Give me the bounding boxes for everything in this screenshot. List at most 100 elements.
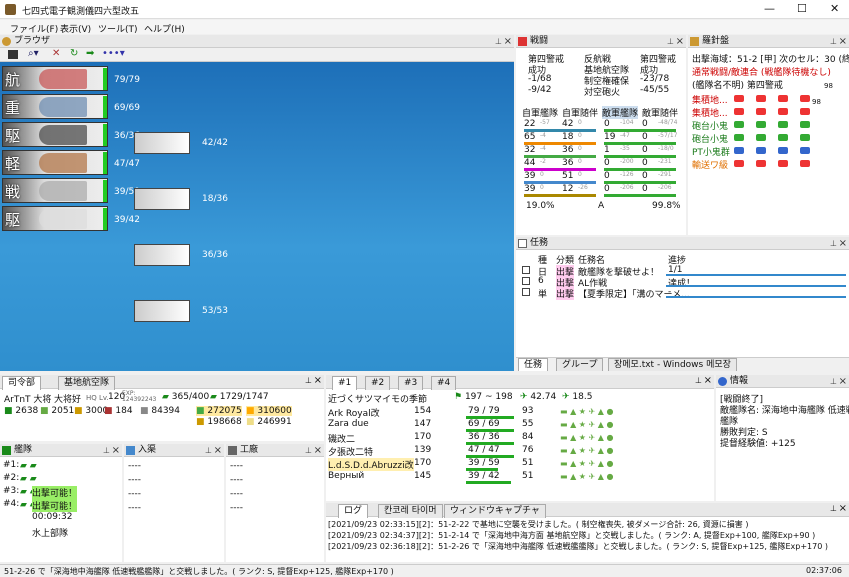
tab-fleet[interactable]: #2 xyxy=(365,376,391,390)
maximize-button[interactable]: ☐ xyxy=(797,2,807,15)
tab-hq[interactable]: 司令部 xyxy=(2,376,42,390)
ship-condition: 84 xyxy=(522,432,534,442)
close-icon[interactable]: × xyxy=(314,375,322,386)
pin-icon[interactable]: ⊥ xyxy=(103,444,110,457)
pin-icon[interactable]: ⊥ xyxy=(667,35,674,48)
fleet-ship-banner[interactable]: 駆 xyxy=(2,206,108,231)
menu-file[interactable]: ファイル(F) xyxy=(10,22,58,35)
equipment-icons: ▬ ▲ ★ ✈ ▲ ● xyxy=(560,446,614,455)
ship-name[interactable]: Верный xyxy=(328,471,364,481)
tab-base-air[interactable]: 基地航空隊 xyxy=(58,376,116,390)
close-icon[interactable]: × xyxy=(839,237,847,250)
resource-icon: ■ xyxy=(246,417,258,427)
close-icon[interactable]: × xyxy=(704,375,712,386)
ship-portrait xyxy=(39,181,87,201)
ship-name[interactable]: 磯改二 xyxy=(328,432,355,445)
log-pane: ログ 칸코레 타이머 ウィンドウキャプチャ ⊥ × [2021/09/23 02:… xyxy=(326,503,849,562)
pin-icon[interactable]: ⊥ xyxy=(830,35,837,48)
menu-view[interactable]: 表示(V) xyxy=(60,22,91,35)
compass-pane: 羅針盤 ⊥ × 出撃海域：51-2 [甲] 次のセル：30 (終点) 通常戦闘/敵連… xyxy=(688,35,849,235)
close-icon[interactable]: × xyxy=(676,35,684,48)
pin-icon[interactable]: ⊥ xyxy=(495,35,502,48)
compass-line1: 出撃海域：51-2 [甲] 次のセル：30 (終点) xyxy=(692,55,849,65)
tab-notepad[interactable]: 장메모.txt - Windows 메모장 xyxy=(608,358,737,371)
battle-cell: -57/17 xyxy=(658,132,678,139)
enemy-name: 集積地... xyxy=(692,96,728,106)
enemy-ship-banner[interactable] xyxy=(134,300,190,322)
hp-gauge xyxy=(103,124,107,146)
info-icon xyxy=(718,377,727,386)
close-icon[interactable]: × xyxy=(214,444,222,457)
fleet-ship-banner[interactable]: 重 xyxy=(2,94,108,119)
fleet-hp-label: 69/69 xyxy=(114,103,140,113)
close-icon[interactable]: × xyxy=(504,35,512,48)
ship-name[interactable]: 夕張改二特 xyxy=(328,445,373,458)
resource-value: ■ 2638 xyxy=(4,406,39,416)
resource-value: ■ 246991 xyxy=(246,417,292,427)
pin-icon[interactable]: ⊥ xyxy=(695,376,702,385)
close-icon[interactable]: × xyxy=(839,375,847,388)
tab-log[interactable]: ログ xyxy=(338,504,369,518)
quest-checkbox[interactable] xyxy=(522,266,530,274)
battle-cell: 0 xyxy=(540,171,544,178)
ship-name[interactable]: L.d.S.D.d.Abruzzi改 xyxy=(328,458,414,471)
close-icon[interactable]: × xyxy=(314,444,322,457)
enemy-ship-banner[interactable] xyxy=(134,244,190,266)
quest-checkbox[interactable] xyxy=(522,288,530,296)
close-icon[interactable]: × xyxy=(839,35,847,48)
close-icon[interactable]: × xyxy=(112,444,120,457)
fleet-ship-banner[interactable]: 航 xyxy=(2,66,108,91)
log-line: [2021/09/23 02:33:15][2]：51-2-22 で基地に空襲を… xyxy=(328,520,749,529)
tab-fleet[interactable]: #4 xyxy=(431,376,457,390)
game-area[interactable]: 航 79/79 重 69/69 駆 36/36 軽 47/47 戦 39/59 駆 39/42 42/4… xyxy=(0,62,514,371)
close-icon[interactable]: × xyxy=(839,503,847,514)
menu-help[interactable]: ヘルプ(H) xyxy=(144,22,185,35)
ship-name[interactable]: Ark Royal改 xyxy=(328,406,380,419)
menu-tools[interactable]: ツール(T) xyxy=(98,22,138,35)
equip-icon xyxy=(800,134,810,141)
zoom-icon[interactable]: ⌕▾ xyxy=(28,48,39,59)
fleet-slot-label[interactable]: #3: xyxy=(3,486,19,496)
enemy-ship-banner[interactable] xyxy=(134,132,190,154)
pin-icon[interactable]: ⊥ xyxy=(830,504,837,513)
fleet-ship-banner[interactable]: 軽 xyxy=(2,150,108,175)
enemy-ship-banner[interactable] xyxy=(134,188,190,210)
fleet-slot-label[interactable]: #4: xyxy=(3,499,19,509)
mute-icon[interactable]: ✕ xyxy=(52,48,60,59)
pin-icon[interactable]: ⊥ xyxy=(305,444,312,457)
tab-window-capture[interactable]: ウィンドウキャプチャ xyxy=(444,504,546,518)
fleet-slot-label[interactable]: #2: xyxy=(3,473,19,483)
hp-gauge xyxy=(103,208,107,230)
pin-icon[interactable]: ⊥ xyxy=(830,375,837,388)
tab-quest[interactable]: 任務 xyxy=(518,358,549,371)
fleet-slot-label[interactable]: #1: xyxy=(3,460,19,470)
ship-name[interactable]: Zara due xyxy=(328,419,369,429)
battle-cell: 0 xyxy=(578,158,582,165)
ship-hp-bar xyxy=(466,481,511,484)
tab-timer[interactable]: 칸코레 타이머 xyxy=(378,504,443,518)
fleet-ship-banner[interactable]: 駆 xyxy=(2,122,108,147)
enemy-hp-label: 53/53 xyxy=(202,306,228,316)
more-icon[interactable]: •••▾ xyxy=(102,48,125,59)
hp-gauge xyxy=(103,152,107,174)
tab-group[interactable]: グループ xyxy=(556,358,604,371)
window-title: 七四式電子観測儀四六型改五 xyxy=(22,7,140,17)
fleet-ship-banner[interactable]: 戦 xyxy=(2,178,108,203)
tab-fleet[interactable]: #3 xyxy=(398,376,424,390)
pin-icon[interactable]: ⊥ xyxy=(830,237,837,250)
fleet-icon xyxy=(2,446,11,455)
tab-fleet[interactable]: #1 xyxy=(332,376,358,390)
battle-cell: -126 xyxy=(620,171,634,178)
quest-cell: 出撃 xyxy=(556,287,575,300)
screenshot-icon[interactable] xyxy=(8,50,18,59)
navigate-icon[interactable]: ➡ xyxy=(86,48,94,59)
ship-type-icon: 戦 xyxy=(5,183,21,201)
close-button[interactable]: ✕ xyxy=(830,2,839,15)
pin-icon[interactable]: ⊥ xyxy=(205,444,212,457)
minimize-button[interactable]: — xyxy=(764,2,775,15)
pin-icon[interactable]: ⊥ xyxy=(305,376,312,385)
quest-checkbox[interactable] xyxy=(522,277,530,285)
refresh-icon[interactable]: ↻ xyxy=(70,48,78,59)
ship-level: 139 xyxy=(414,445,432,455)
base-name: 水上部隊 xyxy=(32,529,69,539)
